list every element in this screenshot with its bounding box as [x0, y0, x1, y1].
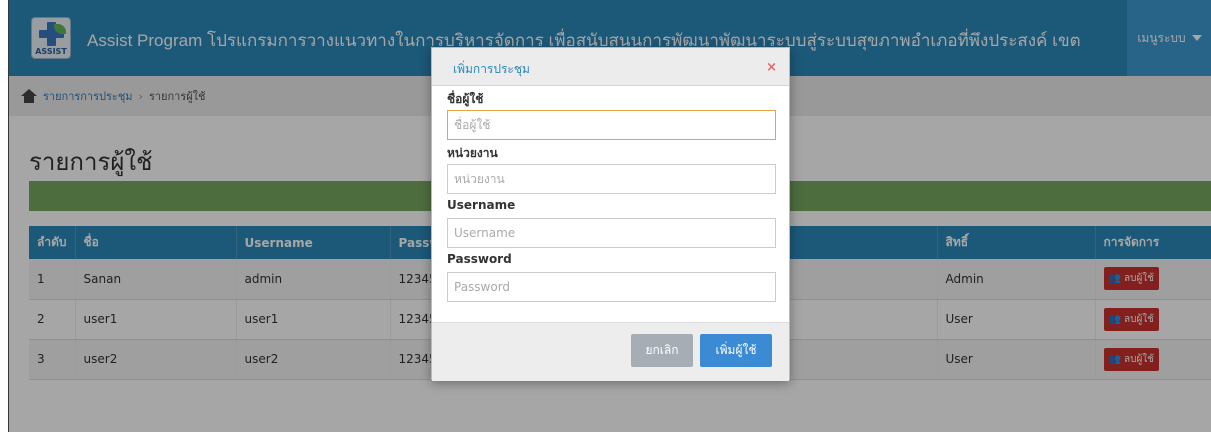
close-icon[interactable]: × [766, 60, 777, 75]
fullname-label: ชื่อผู้ใช้ [447, 92, 484, 106]
fullname-input[interactable] [447, 110, 776, 140]
cancel-button[interactable]: ยกเลิก [631, 334, 693, 367]
add-user-button[interactable]: เพิ่มผู้ใช้ [700, 334, 772, 367]
department-label: หน่วยงาน [447, 146, 498, 160]
password-label: Password [447, 252, 512, 266]
modal-footer: ยกเลิก เพิ่มผู้ใช้ [432, 322, 789, 381]
username-label: Username [447, 198, 516, 212]
modal-header: เพิ่มการประชุม × [432, 48, 789, 86]
department-input[interactable] [447, 164, 776, 194]
modal-title: เพิ่มการประชุม [453, 62, 530, 76]
username-input[interactable] [447, 218, 776, 248]
password-input[interactable] [447, 272, 776, 302]
add-user-modal: เพิ่มการประชุม × ชื่อผู้ใช้ หน่วยงาน Use… [431, 47, 790, 381]
